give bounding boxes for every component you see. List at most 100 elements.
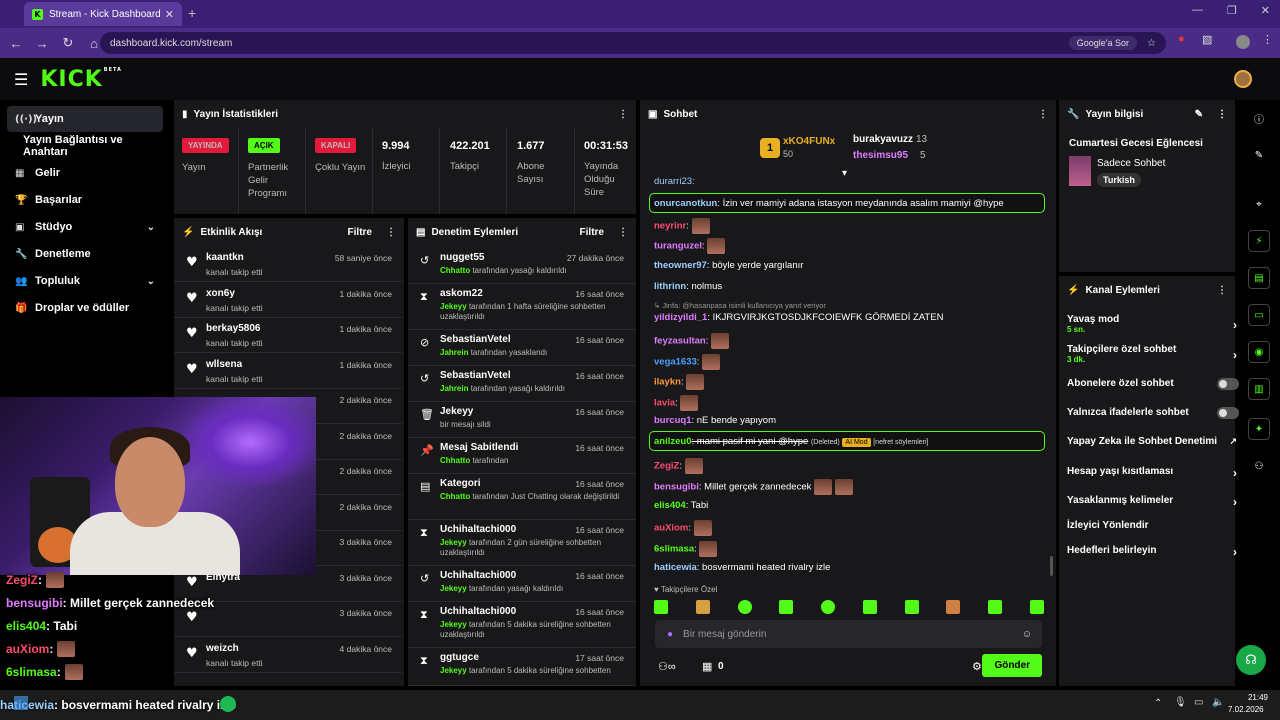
sidebar-item-topluluk[interactable]: 👥 Topluluk ⌄	[7, 268, 163, 294]
more-options-icon[interactable]: ⋮	[386, 227, 396, 238]
bookmark-star-icon[interactable]: ☆	[1147, 38, 1156, 49]
chat-username[interactable]: ZegiZ	[654, 461, 679, 472]
chat-username[interactable]: feyzasultan	[654, 336, 706, 347]
community-icon[interactable]: ⚇	[1248, 455, 1270, 477]
tray-network-icon[interactable]: ▭	[1194, 697, 1203, 708]
quick-actions-icon[interactable]: ⚡	[1248, 230, 1270, 252]
chat-message[interactable]: lithrinn: nolmus	[654, 281, 722, 292]
emote-button[interactable]	[904, 600, 919, 614]
moderation-row[interactable]: ⧗ ggtugce Jekeyy tarafından 5 dakika sürel…	[408, 648, 636, 686]
chat-username[interactable]: neyrinr	[654, 221, 686, 232]
sidebar-item-basarilar[interactable]: 🏆 Başarılar	[7, 187, 163, 213]
sidebar-item-yayin[interactable]: ((·)) Yayın	[7, 106, 163, 132]
emote-only-row[interactable]: Yalnızca ifadelerle sohbet	[1067, 407, 1239, 419]
emote-button[interactable]	[988, 600, 1003, 614]
chat-message[interactable]: burcuq1: nE bende yapıyom	[654, 415, 776, 426]
emote-button[interactable]	[695, 600, 710, 614]
chat-username[interactable]: bensugibi	[654, 482, 699, 493]
chat-username[interactable]: haticewia	[654, 562, 697, 573]
emote-button[interactable]	[779, 600, 794, 614]
chat-username[interactable]: lithrinn	[654, 281, 686, 292]
chat-message[interactable]: 6slimasa:	[654, 541, 718, 557]
clock-time[interactable]: 21:49	[1240, 693, 1268, 702]
followers-only-row[interactable]: Takipçilere özel sohbet 3 dk. ›	[1067, 344, 1237, 364]
banned-words-row[interactable]: Yasaklanmış kelimeler ›	[1067, 495, 1237, 509]
chat-username[interactable]: theowner97	[654, 260, 707, 271]
slow-mode-row[interactable]: Yavaş mod 5 sn. ›	[1067, 314, 1237, 334]
emote-button[interactable]	[654, 600, 668, 614]
extensions-puzzle-icon[interactable]: ▧	[1202, 33, 1212, 46]
redirect-row[interactable]: İzleyici Yönlendir	[1067, 520, 1233, 531]
chat-message[interactable]: feyzasultan:	[654, 333, 730, 349]
moderation-row[interactable]: ⧗ Uchihaltachi000 Jekeyy tarafından 2 gün …	[408, 520, 636, 566]
more-options-icon[interactable]: ⋮	[1038, 109, 1048, 120]
emote-button[interactable]	[821, 600, 836, 614]
ai-moderation-row[interactable]: Yapay Zeka ile Sohbet Denetimi ↗	[1067, 436, 1237, 447]
moderation-row[interactable]: ↺ nugget55 Chhatto tarafından yasağı kaldı…	[408, 248, 636, 284]
chat-message[interactable]: haticewia: bosvermami heated rivalry izl…	[654, 562, 830, 573]
points-icon[interactable]: ▦	[702, 660, 712, 673]
tray-chevron-icon[interactable]: ⌃	[1154, 698, 1162, 709]
filter-button[interactable]: Filtre	[348, 227, 372, 238]
community-icon[interactable]: ⚇∞	[658, 660, 676, 673]
chat-message[interactable]: lavia:	[654, 395, 699, 411]
browser-tab[interactable]: K Stream - Kick Dashboard ✕	[24, 2, 182, 26]
support-headset-icon[interactable]: ☊	[1236, 645, 1266, 675]
moderation-row[interactable]: ▤ Kategori Chhatto tarafından Just Chattin…	[408, 474, 636, 520]
chat-username[interactable]: elis404	[654, 500, 686, 511]
chat-message[interactable]: ZegiZ:	[654, 458, 703, 474]
chat-message[interactable]: vega1633:	[654, 354, 721, 370]
spotify-icon[interactable]	[220, 696, 236, 712]
emote-button[interactable]	[1029, 600, 1044, 614]
chat-username[interactable]: burcuq1	[654, 415, 691, 426]
google-ask-chip[interactable]: Google'a Sor	[1068, 36, 1138, 50]
chat-scrollbar[interactable]	[1050, 556, 1053, 576]
user-avatar[interactable]	[1234, 70, 1252, 88]
chat-message[interactable]: theowner97: böyle yerde yargılanır	[654, 260, 803, 271]
tray-volume-icon[interactable]: 🔈	[1212, 697, 1224, 708]
chat-username[interactable]: turanguzel	[654, 241, 702, 252]
extension-icon[interactable]: ●	[1178, 33, 1185, 45]
chat-icon[interactable]: ▭	[1248, 304, 1270, 326]
broadcast-icon[interactable]: ◉	[1248, 341, 1270, 363]
forward-icon[interactable]: →	[30, 36, 54, 51]
microphone-icon[interactable]: ●	[667, 629, 673, 640]
tray-mic-icon[interactable]: 🎙	[1174, 697, 1187, 708]
back-icon[interactable]: ←	[4, 36, 28, 51]
moderation-row[interactable]: ⊘ SebastianVetel Jahrein tarafından yasakl…	[408, 330, 636, 366]
moderation-row[interactable]: ⧗ askom22 Jekeyy tarafından 1 hafta süreli…	[408, 284, 636, 330]
chat-username[interactable]: auXiom	[654, 523, 688, 534]
chat-message[interactable]: bensugibi: Millet gerçek zannedecek	[654, 479, 853, 495]
chat-username[interactable]: ilaykn	[654, 377, 681, 388]
emote-button[interactable]	[946, 600, 961, 614]
moderation-row[interactable]: ⧗ Uchihaltachi000 Jekeyy tarafından 5 daki…	[408, 602, 636, 648]
wrench-icon[interactable]: ✦	[1248, 418, 1270, 440]
sidebar-item-droplar[interactable]: 🎁 Droplar ve ödüller	[7, 295, 163, 321]
focus-icon[interactable]: ⌖	[1248, 193, 1270, 215]
emote-button[interactable]	[737, 600, 752, 614]
chat-message[interactable]: onurcanotkun: İzin ver mamiyi adana ista…	[654, 198, 1004, 209]
chat-message[interactable]: yildizyildi_1: IKJRGVIRJKGTOSDJKFCOIEWFK…	[654, 312, 943, 323]
sidebar-item-stream-key[interactable]: Yayın Bağlantısı ve Anahtarı	[7, 133, 163, 159]
sidebar-item-studyo[interactable]: ▣ Stüdyo ⌄	[7, 214, 163, 240]
chrome-menu-icon[interactable]: ⋮	[1262, 33, 1273, 46]
tab-close-icon[interactable]: ✕	[165, 8, 174, 21]
activity-row[interactable]: ♥ kaantkn kanalı takip etti 58 saniye önce	[174, 246, 402, 282]
activity-row[interactable]: ♥ wllsena kanalı takip etti 1 dakika önce	[174, 353, 402, 389]
edit-pencil-icon[interactable]: ✎	[1195, 109, 1203, 120]
emote-button[interactable]	[862, 600, 877, 614]
chat-username[interactable]: vega1633	[654, 357, 697, 368]
moderation-row[interactable]: 📌 Mesaj Sabitlendi Chhatto tarafından 16 sa…	[408, 438, 636, 474]
edit-icon[interactable]: ✎	[1248, 144, 1270, 166]
chat-message[interactable]: elis404: Tabi	[654, 500, 708, 511]
chat-username[interactable]: lavia	[654, 398, 675, 409]
chat-message[interactable]: turanguzel:	[654, 238, 726, 254]
sidebar-item-denetleme[interactable]: 🔧 Denetleme	[7, 241, 163, 267]
more-options-icon[interactable]: ⋮	[618, 227, 628, 238]
subs-only-toggle[interactable]	[1217, 378, 1239, 390]
kick-logo[interactable]: KICKBETA	[40, 67, 122, 92]
chat-input[interactable]: ● Bir mesaj gönderin ☺	[655, 620, 1042, 648]
sidebar-item-gelir[interactable]: ▦ Gelir	[7, 160, 163, 186]
address-bar[interactable]: dashboard.kick.com/stream Google'a Sor ☆	[100, 32, 1166, 54]
chat-message[interactable]: neyrinr:	[654, 218, 710, 234]
